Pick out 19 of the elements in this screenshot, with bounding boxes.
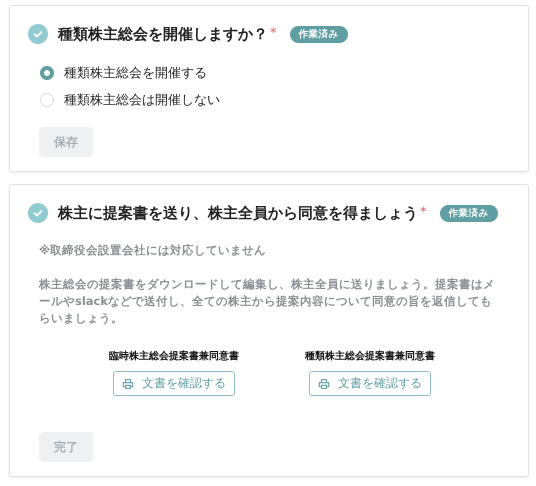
section-title: 種類株主総会を開催しますか？ bbox=[58, 24, 268, 44]
status-badge: 作業済み bbox=[290, 26, 348, 42]
section-title: 株主に提案書を送り、株主全員から同意を得ましょう bbox=[58, 204, 418, 222]
document-title: 種類株主総会提案書兼同意書 bbox=[305, 349, 435, 363]
option-label: 種類株主総会は開催しない bbox=[64, 92, 220, 109]
note-text: ※取締役会設置会社には対応していません bbox=[39, 243, 268, 258]
document-title: 臨時株主総会提案書兼同意書 bbox=[109, 349, 239, 363]
description-text: 株主総会の提案書をダウンロードして編集し、株主全員に送りましょう。提案書はメールやslackなどで送付し、全ての株主から提案内容について同意の旨を返信してもらいましょう。 bbox=[39, 276, 496, 327]
radio-option[interactable]: 種類株主総会を開催する bbox=[40, 64, 510, 82]
view-document-button[interactable]: 文書を確認する bbox=[113, 371, 235, 396]
radio-option[interactable]: 種類株主総会は開催しない bbox=[40, 91, 510, 109]
required-mark: * bbox=[420, 205, 426, 220]
required-mark: * bbox=[270, 26, 276, 41]
radio-button[interactable] bbox=[40, 66, 54, 80]
printer-icon bbox=[318, 378, 330, 390]
view-document-button[interactable]: 文書を確認する bbox=[309, 371, 431, 396]
status-badge: 作業済み bbox=[440, 204, 498, 222]
option-label: 種類株主総会を開催する bbox=[64, 65, 207, 82]
printer-icon bbox=[122, 378, 134, 390]
